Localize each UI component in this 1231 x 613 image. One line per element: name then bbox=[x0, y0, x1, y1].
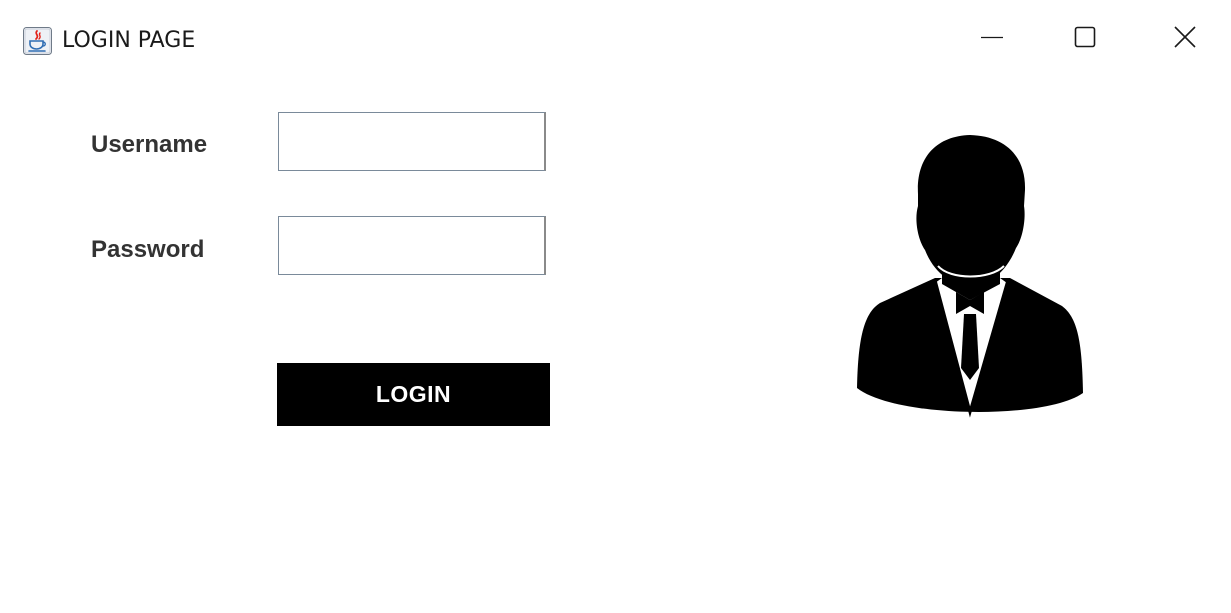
login-window: LOGIN PAGE Username Password LOGIN bbox=[0, 0, 1231, 613]
username-input[interactable] bbox=[278, 112, 546, 171]
password-input[interactable] bbox=[278, 216, 546, 275]
window-title: LOGIN PAGE bbox=[62, 28, 196, 53]
maximize-button[interactable] bbox=[1055, 14, 1115, 64]
login-button[interactable]: LOGIN bbox=[277, 363, 550, 426]
username-label: Username bbox=[91, 131, 208, 158]
minimize-button[interactable] bbox=[962, 14, 1022, 64]
close-icon bbox=[1173, 25, 1197, 54]
close-button[interactable] bbox=[1155, 14, 1215, 64]
password-label: Password bbox=[91, 236, 205, 263]
minimize-icon bbox=[980, 25, 1004, 54]
title-bar[interactable]: LOGIN PAGE bbox=[0, 0, 1231, 80]
businessman-avatar-icon bbox=[850, 128, 1090, 428]
java-coffee-cup-icon bbox=[23, 27, 52, 55]
maximize-icon bbox=[1073, 25, 1097, 54]
